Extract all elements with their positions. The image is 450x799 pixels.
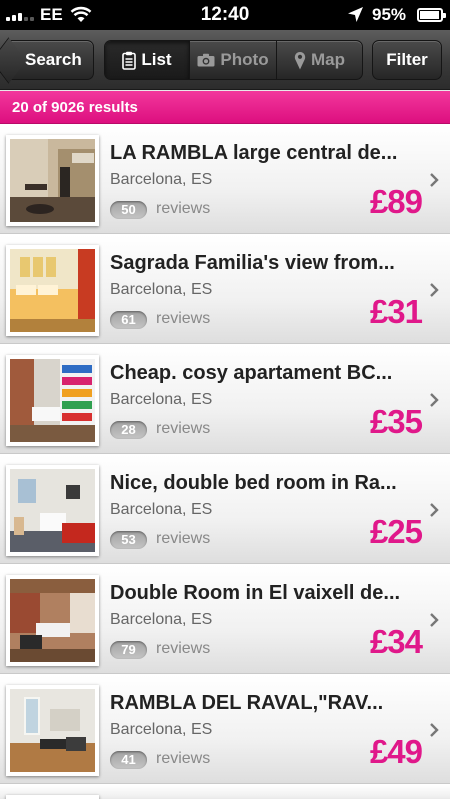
chevron-right-icon — [429, 613, 439, 627]
listing-price: £25 — [369, 513, 423, 550]
listing-location: Barcelona, ES — [110, 501, 213, 518]
view-mode-segmented-control: List Photo Map — [104, 40, 363, 80]
listing-row[interactable]: Double Room in El vaixell de... Barcelon… — [0, 564, 450, 674]
segment-list-label: List — [141, 50, 172, 69]
search-back-button[interactable]: Search — [8, 40, 94, 80]
camera-icon — [197, 53, 215, 67]
listing-price: £31 — [369, 293, 423, 330]
reviews-label: reviews — [156, 200, 211, 217]
clipboard-icon — [122, 51, 137, 70]
listing-photo — [6, 135, 99, 226]
location-arrow-icon — [347, 6, 364, 28]
listing-row[interactable]: RAMBLA DEL RAVAL,"RAV... Barcelona, ES 4… — [0, 674, 450, 784]
segment-map[interactable]: Map — [276, 41, 362, 79]
listing-photo — [6, 575, 99, 666]
segment-photo[interactable]: Photo — [189, 41, 276, 79]
segment-photo-label: Photo — [220, 50, 269, 69]
listing-photo — [6, 685, 99, 776]
reviews-label: reviews — [156, 530, 211, 547]
review-count-badge: 50 — [110, 201, 147, 219]
listing-title: Double Room in El vaixell de... — [110, 582, 401, 604]
listing-title: RAMBLA DEL RAVAL,"RAV... — [110, 692, 384, 714]
chevron-right-icon — [429, 503, 439, 517]
review-count-badge: 61 — [110, 311, 147, 329]
review-count-badge: 79 — [110, 641, 147, 659]
listing-photo — [6, 355, 99, 446]
listing-title: Nice, double bed room in Ra... — [110, 472, 397, 494]
chevron-right-icon — [429, 173, 439, 187]
listing-title: Cheap. cosy apartament BC... — [110, 362, 393, 384]
chevron-right-icon — [429, 283, 439, 297]
reviews-label: reviews — [156, 310, 211, 327]
chevron-right-icon — [429, 393, 439, 407]
segment-list[interactable]: List — [105, 41, 189, 79]
review-count-badge: 41 — [110, 751, 147, 769]
reviews-label: reviews — [156, 640, 211, 657]
listing-location: Barcelona, ES — [110, 611, 213, 628]
listing-list: LA RAMBLA large central de... Barcelona,… — [0, 124, 450, 799]
listing-location: Barcelona, ES — [110, 281, 213, 298]
navigation-bar: Search List Photo Map Filter — [0, 30, 450, 90]
chevron-right-icon — [429, 723, 439, 737]
listing-photo — [6, 465, 99, 556]
battery-icon — [417, 8, 446, 22]
listing-row-partial[interactable] — [0, 784, 450, 799]
battery-percent: 95% — [372, 5, 407, 24]
listing-title: LA RAMBLA large central de... — [110, 142, 398, 164]
map-pin-icon — [294, 51, 306, 70]
listing-row[interactable]: Sagrada Familia's view from... Barcelona… — [0, 234, 450, 344]
listing-photo — [6, 795, 99, 799]
listing-price: £49 — [369, 733, 423, 770]
back-button-label: Search — [25, 50, 82, 69]
listing-title: Sagrada Familia's view from... — [110, 252, 395, 274]
results-count: 20 of 9026 results — [12, 99, 138, 116]
listing-location: Barcelona, ES — [110, 391, 213, 408]
filter-button-label: Filter — [386, 50, 428, 69]
listing-row[interactable]: Cheap. cosy apartament BC... Barcelona, … — [0, 344, 450, 454]
listing-price: £35 — [369, 403, 423, 440]
listing-price: £89 — [369, 183, 423, 220]
filter-button[interactable]: Filter — [372, 40, 442, 80]
listing-row[interactable]: LA RAMBLA large central de... Barcelona,… — [0, 124, 450, 234]
listing-location: Barcelona, ES — [110, 171, 213, 188]
review-count-badge: 53 — [110, 531, 147, 549]
reviews-label: reviews — [156, 750, 211, 767]
status-bar: EE 12:40 95% — [0, 0, 450, 30]
results-summary-bar: 20 of 9026 results — [0, 91, 450, 124]
review-count-badge: 28 — [110, 421, 147, 439]
listing-price: £34 — [369, 623, 423, 660]
segment-map-label: Map — [311, 50, 345, 69]
reviews-label: reviews — [156, 420, 211, 437]
listing-row[interactable]: Nice, double bed room in Ra... Barcelona… — [0, 454, 450, 564]
listing-location: Barcelona, ES — [110, 721, 213, 738]
listing-photo — [6, 245, 99, 336]
